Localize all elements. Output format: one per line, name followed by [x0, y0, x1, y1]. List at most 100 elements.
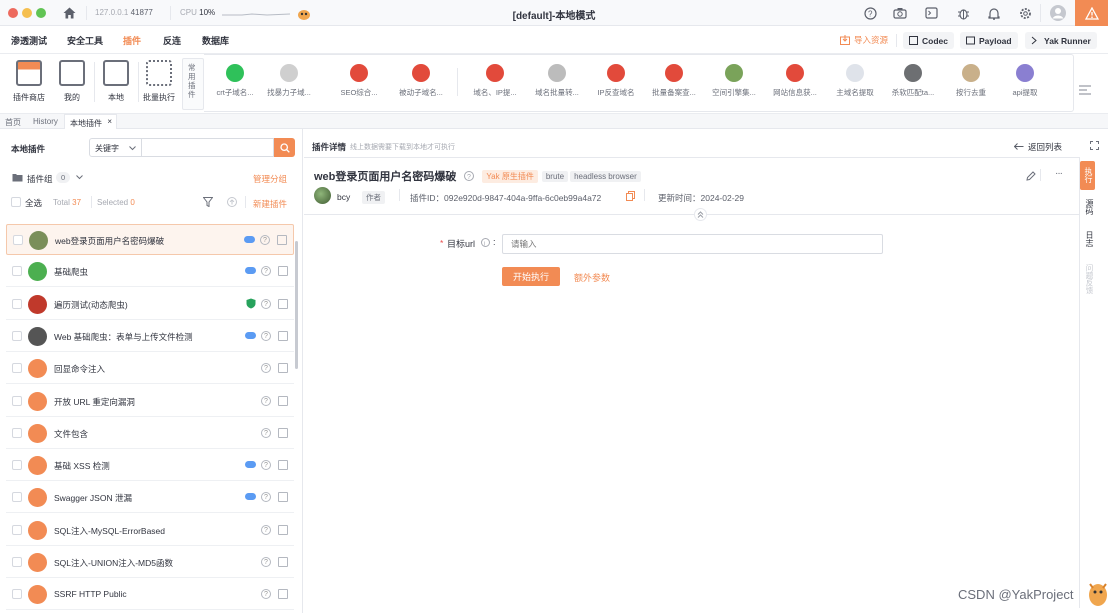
common-plugin-item[interactable]: 被动子域名... [392, 64, 450, 98]
help-icon[interactable]: ? [261, 524, 271, 535]
plugin-checkbox[interactable] [12, 298, 22, 309]
help-icon[interactable]: ? [261, 427, 271, 438]
help-icon[interactable]: ? [261, 363, 271, 374]
plugin-list-item[interactable]: 开放 URL 重定向漏洞? [6, 386, 294, 417]
warning-button[interactable] [1075, 0, 1108, 26]
plugin-checkbox[interactable] [13, 235, 23, 245]
code-icon[interactable] [278, 330, 288, 341]
plugin-list-item[interactable]: 基础爬虫? [6, 256, 294, 288]
help-icon[interactable]: ? [261, 330, 271, 341]
tab-home[interactable]: 首页 [0, 114, 26, 129]
extra-params-link[interactable]: 额外参数 [574, 271, 610, 284]
more-options-icon[interactable]: ··· [1055, 168, 1063, 179]
help-icon[interactable]: ? [261, 395, 271, 406]
common-plugin-item[interactable]: 域名批量转... [528, 64, 586, 98]
yak-runner-button[interactable]: Yak Runner [1025, 32, 1097, 49]
codec-button[interactable]: Codec [903, 32, 954, 49]
code-icon[interactable] [278, 589, 288, 600]
plugin-checkbox[interactable] [12, 395, 22, 406]
help-icon[interactable]: ? [464, 171, 475, 181]
import-resource-button[interactable]: 导入资源 [840, 34, 888, 46]
back-to-list-button[interactable]: 返回列表 [1014, 141, 1062, 153]
bell-icon[interactable] [986, 5, 1002, 21]
help-icon[interactable]: ? [261, 298, 271, 309]
select-all-checkbox[interactable] [11, 197, 21, 207]
list-scrollbar[interactable] [295, 241, 298, 369]
plugin-list-item[interactable]: SSRF HTTP Public? [6, 579, 294, 611]
plugin-list-item[interactable]: web登录页面用户名密码爆破? [6, 224, 294, 255]
plugin-list-item[interactable]: 基础 XSS 检测? [6, 450, 294, 482]
plugin-store-tool[interactable]: 插件商店 [9, 60, 49, 103]
start-execute-button[interactable]: 开始执行 [502, 267, 560, 286]
code-icon[interactable] [278, 557, 288, 567]
code-icon[interactable] [278, 460, 288, 471]
menu-plugins[interactable]: 插件 [123, 34, 141, 47]
tab-local-plugins[interactable]: 本地插件 × [64, 114, 117, 129]
code-icon[interactable] [278, 427, 288, 438]
new-plugin-link[interactable]: 新建插件 [253, 198, 287, 210]
plugin-list-item[interactable]: SQL注入-MySQL-ErrorBased? [6, 515, 294, 546]
code-icon[interactable] [278, 492, 288, 503]
search-type-select[interactable]: 关键字 [89, 138, 142, 157]
manage-group-link[interactable]: 管理分组 [253, 173, 287, 185]
plugin-checkbox[interactable] [12, 330, 22, 341]
group-chevron-icon[interactable] [76, 175, 83, 180]
plugin-list-item[interactable]: 遍历测试(动态爬虫)? [6, 289, 294, 320]
plugin-checkbox[interactable] [12, 363, 22, 374]
terminal-icon[interactable] [923, 5, 939, 21]
common-plugin-item[interactable]: 找暴力子域... [260, 64, 318, 98]
tab-history[interactable]: History [28, 114, 63, 129]
close-tab-icon[interactable]: × [107, 117, 112, 126]
gear-icon[interactable] [1017, 5, 1033, 21]
edit-icon[interactable] [1026, 171, 1036, 181]
plugin-checkbox[interactable] [12, 524, 22, 535]
plugin-list-item[interactable]: Swagger JSON 泄漏? [6, 482, 294, 514]
local-plugins-tool[interactable]: 本地 [96, 60, 136, 103]
search-button[interactable] [274, 138, 295, 157]
help-icon[interactable]: ? [260, 235, 270, 245]
menu-reverse[interactable]: 反连 [163, 34, 181, 47]
plugin-checkbox[interactable] [12, 460, 22, 471]
batch-execute-tool[interactable]: 批量执行 [139, 60, 179, 103]
upload-icon[interactable] [227, 197, 237, 207]
help-icon[interactable]: ? [261, 557, 271, 567]
info-icon[interactable]: i [481, 238, 490, 247]
side-tab-execute[interactable]: 执行 [1080, 161, 1095, 190]
copy-icon[interactable] [626, 191, 635, 201]
plugin-list-item[interactable]: Web 基础爬虫：表单与上传文件检测? [6, 321, 294, 352]
collapse-button[interactable] [694, 208, 707, 221]
common-plugin-item[interactable]: IP反查域名 [587, 64, 645, 98]
plugin-list-item[interactable]: 回显命令注入? [6, 353, 294, 385]
plugin-checkbox[interactable] [12, 427, 22, 438]
plugin-checkbox[interactable] [12, 557, 22, 567]
menu-database[interactable]: 数据库 [202, 34, 229, 47]
help-icon[interactable]: ? [261, 460, 271, 471]
help-icon[interactable]: ? [261, 266, 271, 277]
help-icon[interactable]: ? [862, 5, 878, 21]
payload-button[interactable]: Payload [960, 32, 1018, 49]
avatar[interactable] [1049, 4, 1067, 22]
plugin-list-item[interactable]: 文件包含? [6, 418, 294, 449]
help-icon[interactable]: ? [261, 492, 271, 503]
menu-security-tools[interactable]: 安全工具 [67, 34, 103, 47]
common-plugin-item[interactable]: 杀软匹配ta... [884, 64, 942, 98]
plugin-checkbox[interactable] [12, 266, 22, 277]
search-input[interactable] [141, 138, 274, 157]
code-icon[interactable] [278, 363, 288, 374]
plugin-list-item[interactable]: SQL注入-UNION注入-MD5函数? [6, 547, 294, 578]
fullscreen-icon[interactable] [1090, 141, 1099, 150]
common-plugin-item[interactable]: crt子域名... [206, 64, 264, 98]
common-plugin-item[interactable]: 网站信息获... [766, 64, 824, 98]
common-plugin-item[interactable]: api提取 [996, 64, 1054, 98]
menu-pentest[interactable]: 渗透测试 [11, 34, 47, 47]
bug-icon[interactable] [955, 5, 971, 21]
code-icon[interactable] [278, 524, 288, 535]
side-tab-source[interactable]: 源码 [1082, 199, 1095, 215]
plugin-checkbox[interactable] [12, 589, 22, 600]
expand-toolbar-icon[interactable] [1078, 84, 1092, 98]
common-plugin-item[interactable]: 批量备案查... [645, 64, 703, 98]
common-plugin-item[interactable]: 域名、IP提... [466, 64, 524, 98]
code-icon[interactable] [278, 298, 288, 309]
camera-icon[interactable] [892, 5, 908, 21]
side-tab-feedback[interactable]: 问题反馈 [1082, 264, 1095, 294]
